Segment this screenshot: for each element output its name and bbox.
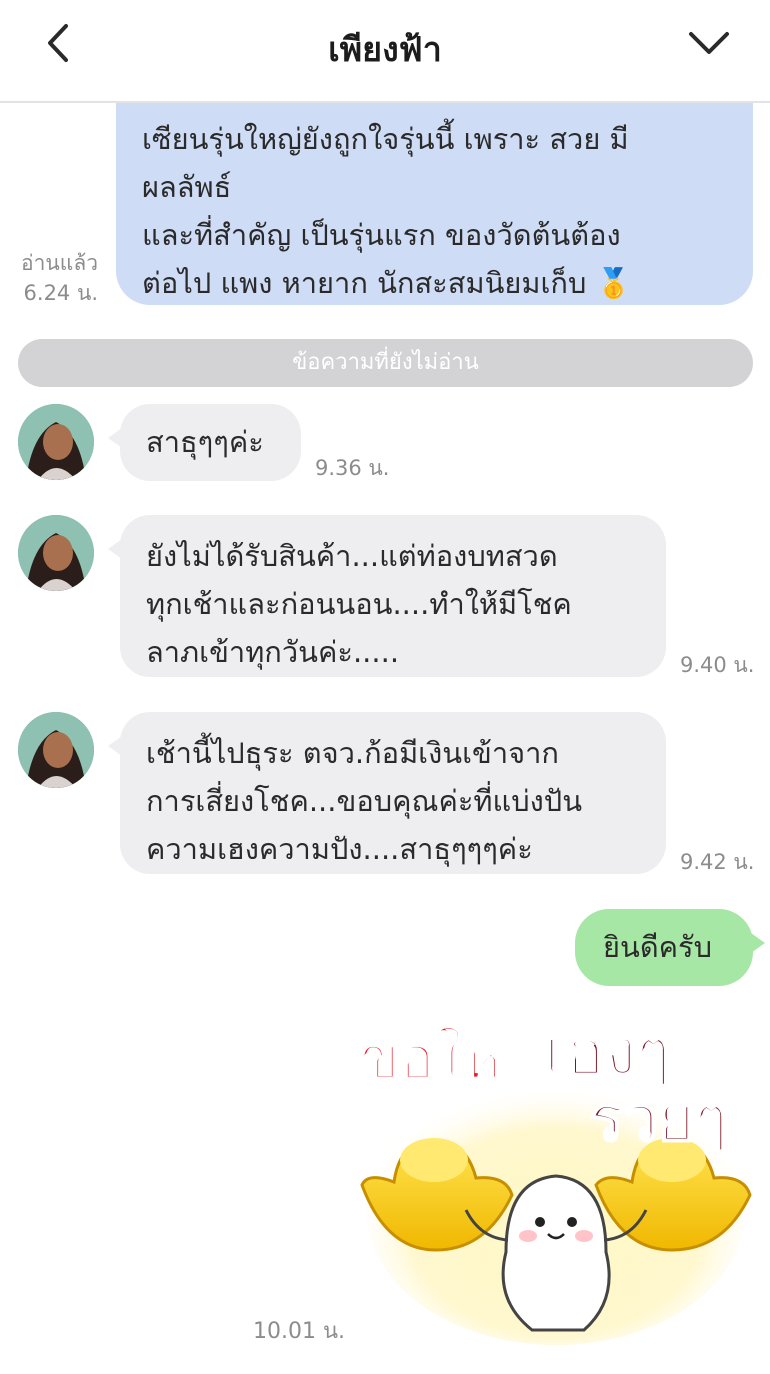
avatar-photo-icon (18, 712, 94, 788)
sticker-text-line-1b: เฮงๆ (544, 1016, 671, 1090)
sticker-text-line-1a: ขอให้ (360, 1024, 501, 1092)
message-time: 9.36 น. (315, 456, 390, 480)
message-time: 9.40 น. (680, 653, 755, 677)
unread-divider: ข้อความที่ยังไม่อ่าน (18, 339, 753, 387)
sticker-message[interactable]: ขอให้ เฮงๆ รวยๆ (356, 1000, 754, 1345)
sticker-image: ขอให้ เฮงๆ รวยๆ (359, 1015, 752, 1345)
read-status: อ่านแล้ว (21, 251, 98, 275)
message-list[interactable]: เซียนรุ่นใหญ่ยังถูกใจรุ่นนี้ เพราะ สวย ม… (0, 103, 770, 1374)
incoming-message[interactable]: สาธุๆๆค่ะ (108, 404, 301, 481)
incoming-message[interactable]: ยังไม่ได้รับสินค้า...แต่ท่องบทสวด ทุกเช้… (108, 515, 666, 677)
avatar-photo-icon (18, 404, 94, 480)
incoming-message[interactable]: เช้านี้ไปธุระ ตจว.ก้อมีเงินเข้าจาก การเส… (108, 712, 666, 874)
outgoing-message[interactable]: ยินดีครับ (575, 909, 765, 986)
chat-title: เพียงฟ้า (328, 30, 442, 70)
sticker-text-line-2: รวยๆ (590, 1082, 728, 1155)
avatar[interactable] (18, 712, 94, 788)
message-time: 10.01 น. (253, 1319, 346, 1344)
chevron-down-icon (689, 32, 729, 54)
avatar[interactable] (18, 404, 94, 480)
message-time: 9.42 น. (680, 850, 755, 874)
chat-header: เพียงฟ้า (0, 0, 770, 103)
avatar[interactable] (18, 515, 94, 591)
outgoing-message[interactable]: เซียนรุ่นใหญ่ยังถูกใจรุ่นนี้ เพราะ สวย ม… (116, 103, 753, 305)
avatar-photo-icon (18, 515, 94, 591)
message-time: 6.24 น. (23, 281, 98, 305)
chat-menu-button[interactable] (684, 18, 734, 68)
